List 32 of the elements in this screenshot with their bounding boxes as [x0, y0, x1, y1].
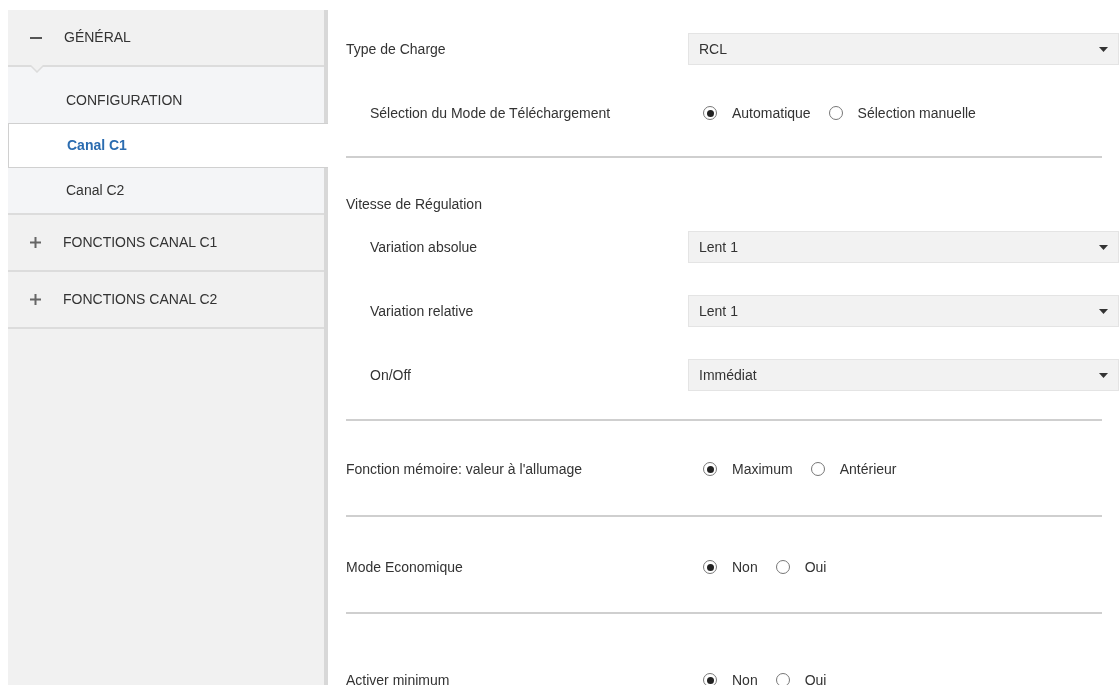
- radio-label[interactable]: Oui: [804, 556, 827, 578]
- section-heading: Vitesse de Régulation: [346, 194, 482, 214]
- radio-label[interactable]: Automatique: [732, 102, 811, 124]
- radio-label[interactable]: Non: [732, 669, 758, 685]
- radio-label[interactable]: Sélection manuelle: [857, 102, 976, 124]
- caret-icon: [1099, 308, 1108, 314]
- field-label: On/Off: [370, 365, 412, 385]
- field-label: Sélection du Mode de Téléchargement: [370, 103, 612, 123]
- dropdown[interactable]: RCL: [688, 33, 1119, 65]
- field-label: Mode Economique: [346, 557, 464, 577]
- field-label: Fonction mémoire: valeur à l'allumage: [346, 459, 584, 479]
- sidebar-item[interactable]: Canal C1: [8, 123, 328, 168]
- field-label: Activer minimum: [346, 670, 451, 685]
- caret-icon: [1099, 244, 1108, 250]
- caret-icon: [1099, 372, 1108, 378]
- expand-icon: [30, 237, 41, 248]
- dropdown[interactable]: Lent 1: [688, 231, 1119, 263]
- sidebar-group-header[interactable]: FONCTIONS CANAL C2: [8, 272, 324, 329]
- radio-label[interactable]: Antérieur: [839, 458, 897, 480]
- radio-label[interactable]: Oui: [804, 669, 827, 685]
- caret-icon: [1099, 46, 1108, 52]
- field-label: Variation absolue: [370, 237, 479, 257]
- field-label: Type de Charge: [346, 39, 447, 59]
- sidebar-item[interactable]: Canal C2: [8, 168, 324, 213]
- field-label: Variation relative: [370, 301, 475, 321]
- dropdown[interactable]: Immédiat: [688, 359, 1119, 391]
- sidebar-group-header[interactable]: FONCTIONS CANAL C1: [8, 215, 324, 272]
- dropdown[interactable]: Lent 1: [688, 295, 1119, 327]
- sidebar-item[interactable]: CONFIGURATION: [8, 78, 324, 123]
- expand-icon: [30, 294, 41, 305]
- radio-label[interactable]: Maximum: [732, 458, 793, 480]
- radio-label[interactable]: Non: [732, 556, 758, 578]
